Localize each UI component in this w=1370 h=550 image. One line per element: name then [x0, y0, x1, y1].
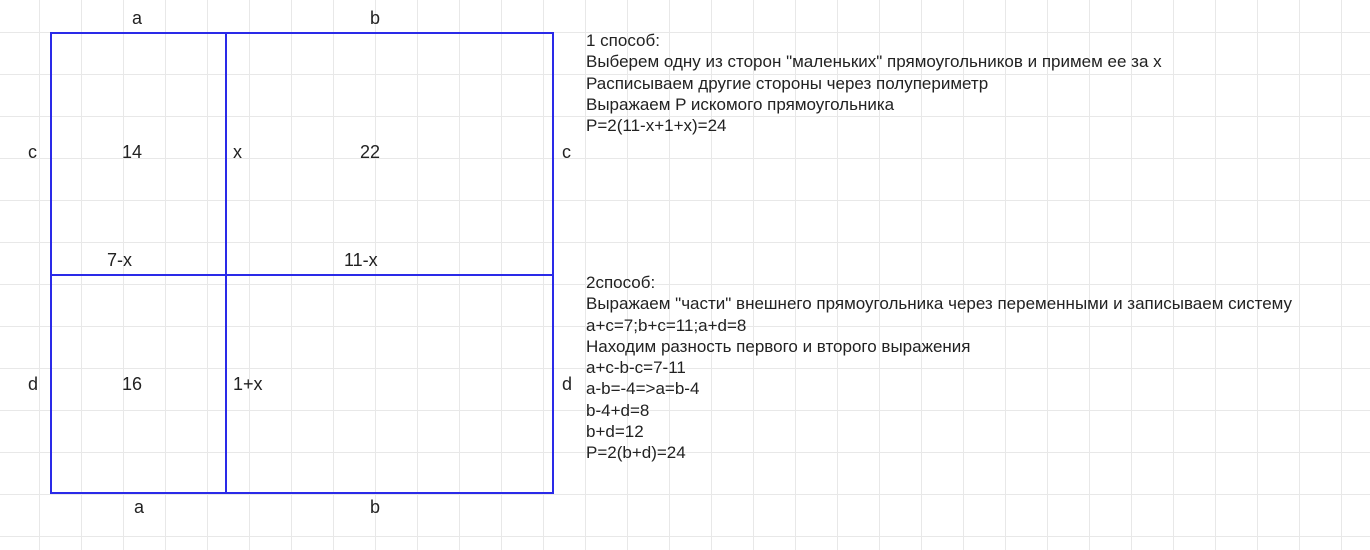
top-label-b: b: [370, 8, 380, 29]
vertical-divider: [225, 32, 227, 494]
method1-line4: P=2(11-x+1+x)=24: [586, 115, 1162, 136]
left-label-d: d: [28, 374, 38, 395]
inner-expr-1px: 1+x: [233, 374, 263, 395]
inner-expr-7mx: 7-x: [107, 250, 132, 271]
inner-expr-11mx: 11-x: [344, 250, 378, 271]
method2-line1: Выражаем "части" внешнего прямоугольника…: [586, 293, 1292, 314]
inner-label-x: x: [233, 142, 242, 163]
cell-bottom-left-area: 16: [122, 374, 142, 395]
cell-top-right-area: 22: [360, 142, 380, 163]
bottom-label-b: b: [370, 497, 380, 518]
method1-title: 1 способ:: [586, 30, 1162, 51]
method1-line1: Выберем одну из сторон "маленьких" прямо…: [586, 51, 1162, 72]
cell-top-left-area: 14: [122, 142, 142, 163]
rectangle-diagram: a b a b c d c d 14 22 16 x 7-x 11-x 1+x: [50, 32, 554, 494]
method2-title: 2способ:: [586, 272, 1292, 293]
method-1-text: 1 способ: Выберем одну из сторон "малень…: [586, 30, 1162, 136]
method2-line8: P=2(b+d)=24: [586, 442, 1292, 463]
top-label-a: a: [132, 8, 142, 29]
method2-line2: a+c=7;b+c=11;a+d=8: [586, 315, 1292, 336]
method2-line3: Находим разность первого и второго выраж…: [586, 336, 1292, 357]
method-2-text: 2способ: Выражаем "части" внешнего прямо…: [586, 272, 1292, 463]
left-label-c: c: [28, 142, 37, 163]
method2-line6: b-4+d=8: [586, 400, 1292, 421]
right-label-c: c: [562, 142, 571, 163]
horizontal-divider: [50, 274, 554, 276]
method2-line4: a+c-b-c=7-11: [586, 357, 1292, 378]
method1-line2: Расписываем другие стороны через полупер…: [586, 73, 1162, 94]
method2-line5: a-b=-4=>a=b-4: [586, 378, 1292, 399]
bottom-label-a: a: [134, 497, 144, 518]
method1-line3: Выражаем P искомого прямоугольника: [586, 94, 1162, 115]
method2-line7: b+d=12: [586, 421, 1292, 442]
right-label-d: d: [562, 374, 572, 395]
